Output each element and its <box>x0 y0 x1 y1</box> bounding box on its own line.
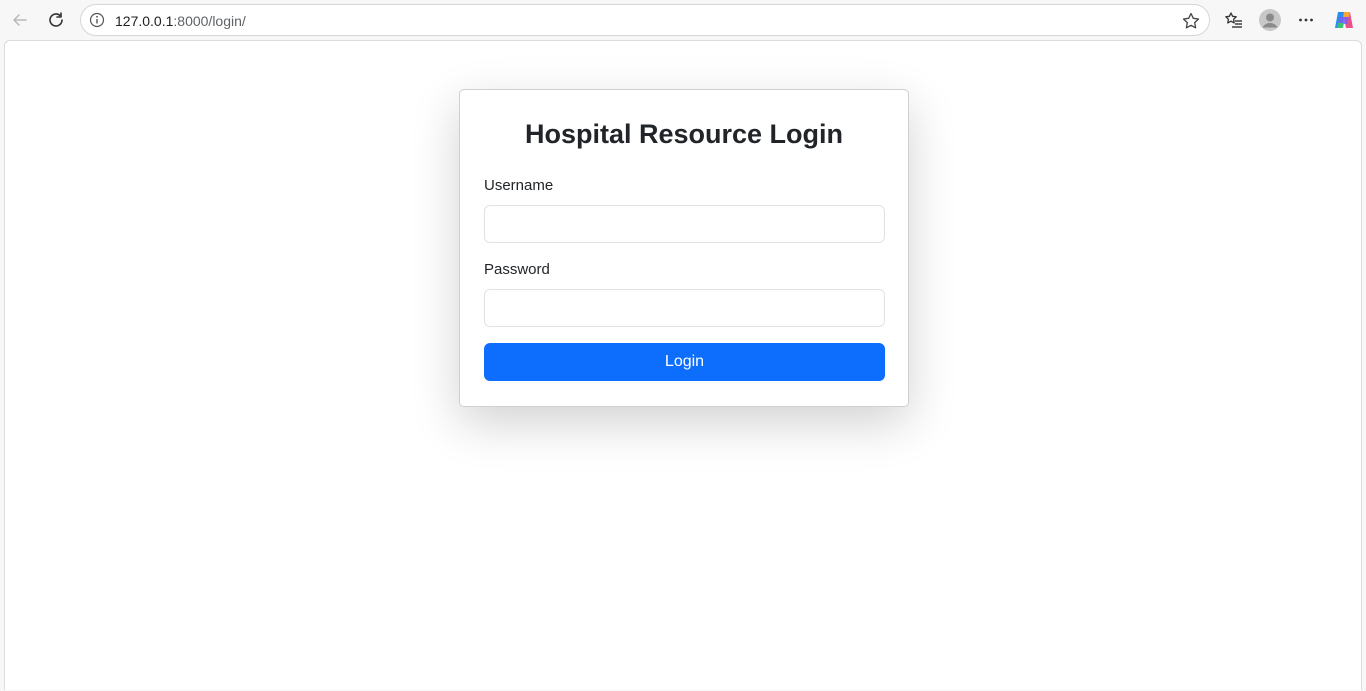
back-button[interactable] <box>6 6 34 34</box>
favorites-button[interactable] <box>1220 6 1248 34</box>
more-dots-icon <box>1299 18 1313 22</box>
reload-icon <box>49 12 63 27</box>
login-button[interactable]: Login <box>484 343 885 381</box>
star-icon[interactable] <box>1181 11 1201 31</box>
url-host: 127.0.0.1 <box>115 13 174 29</box>
username-label: Username <box>484 177 554 194</box>
password-field[interactable] <box>484 289 885 327</box>
login-card: Hospital Resource Login Username Passwor… <box>459 89 909 407</box>
browser-toolbar: 127.0.0.1:8000/login/ <box>0 0 1366 40</box>
reload-button[interactable] <box>42 6 70 34</box>
favorites-list-icon <box>1225 12 1242 28</box>
password-label: Password <box>484 261 550 278</box>
url-path: :8000/login/ <box>173 13 246 29</box>
menu-button[interactable] <box>1292 6 1320 34</box>
url-text[interactable]: 127.0.0.1:8000/login/ <box>115 13 246 29</box>
page-title: Hospital Resource Login <box>524 119 844 149</box>
address-bar[interactable]: 127.0.0.1:8000/login/ <box>80 4 1210 36</box>
username-field[interactable] <box>484 205 885 243</box>
copilot-button[interactable] <box>1330 6 1358 34</box>
arrow-left-icon <box>13 14 27 26</box>
profile-button[interactable] <box>1256 6 1284 34</box>
copilot-icon <box>1335 12 1353 28</box>
page-viewport: Hospital Resource Login Username Passwor… <box>4 40 1362 690</box>
profile-avatar-icon <box>1259 9 1281 31</box>
info-icon[interactable] <box>89 12 105 28</box>
